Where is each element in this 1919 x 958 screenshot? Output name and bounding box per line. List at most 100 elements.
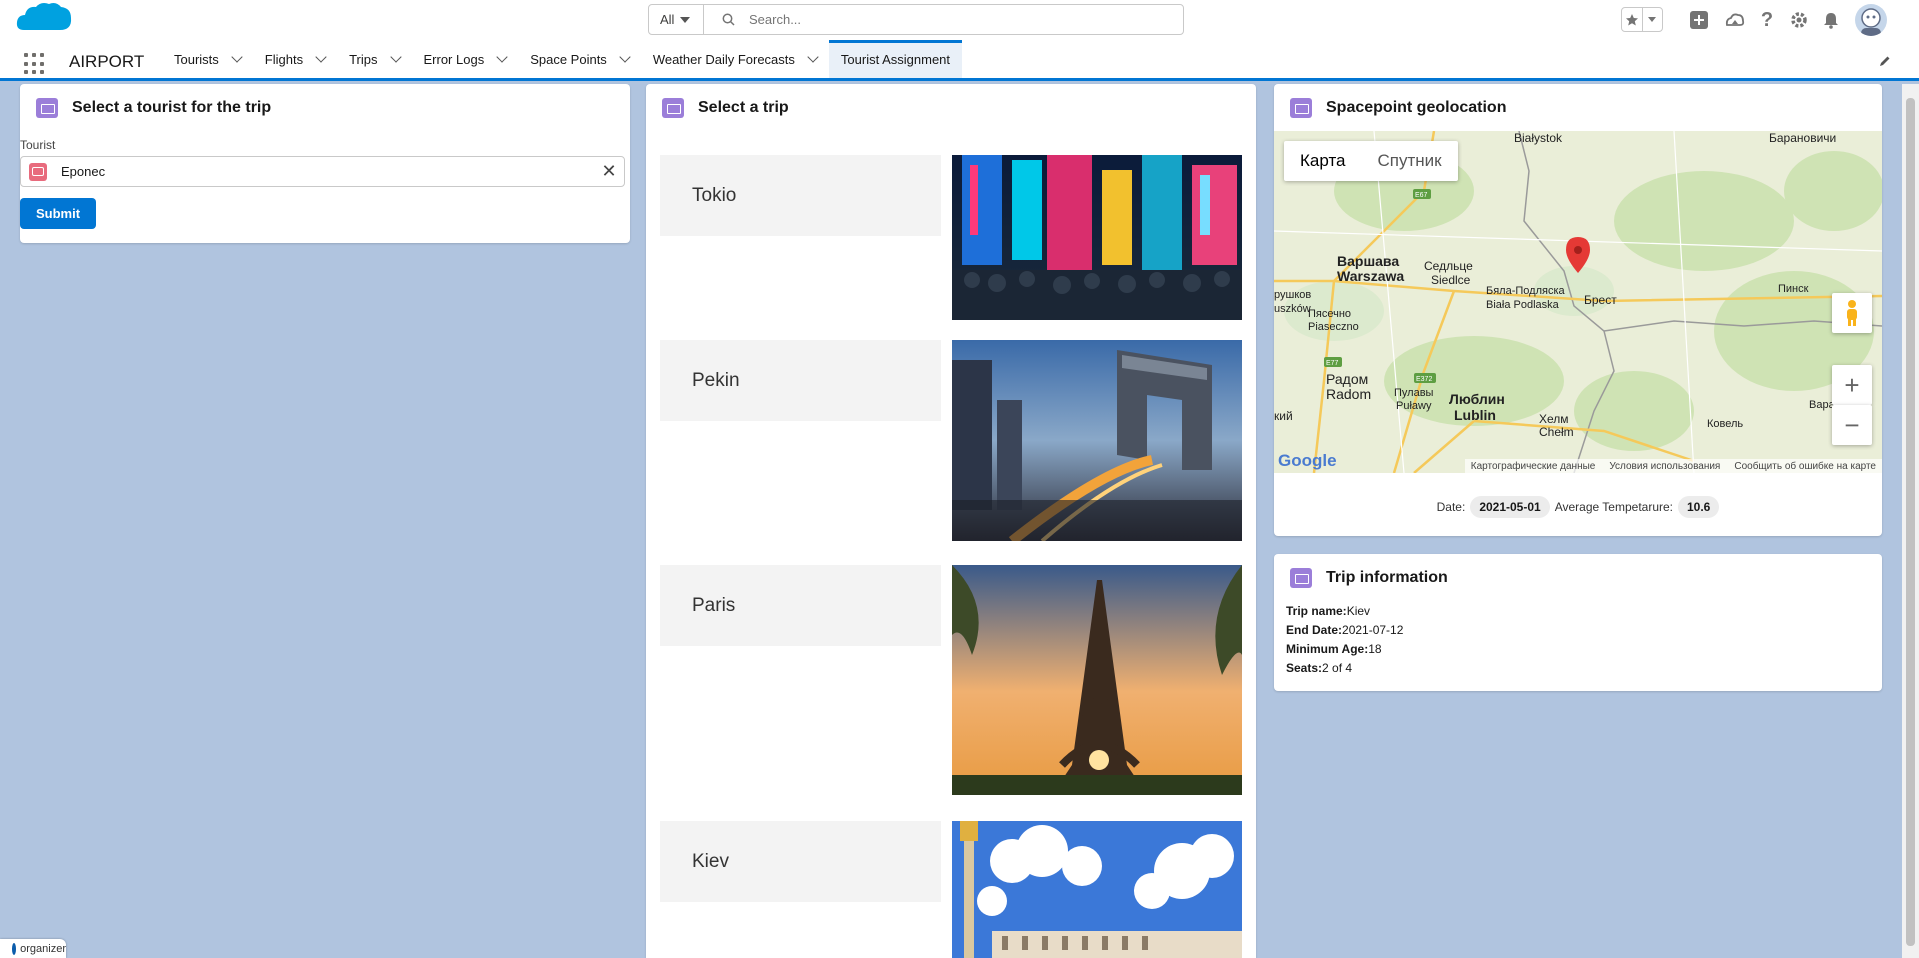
trip-name[interactable]: Kiev <box>660 821 941 902</box>
trailhead-icon[interactable] <box>1723 8 1747 32</box>
map-tiles: E67 E77 E372 <box>1274 131 1882 473</box>
card-title: Select a tourist for the trip <box>72 99 272 116</box>
kiev-photo[interactable] <box>952 821 1242 958</box>
notifications-bell-icon[interactable] <box>1819 8 1843 32</box>
svg-text:E67: E67 <box>1415 192 1428 199</box>
chevron-down-icon[interactable] <box>807 51 819 63</box>
search-input[interactable] <box>749 12 1149 27</box>
chevron-down-icon[interactable] <box>389 51 402 63</box>
contact-card-icon <box>662 98 684 118</box>
chevron-down-icon[interactable] <box>315 51 327 63</box>
map-label: Ковель <box>1707 418 1744 430</box>
card-title: Trip information <box>1326 569 1448 586</box>
map-label: Варшава <box>1337 253 1400 269</box>
weather-info-row: Date: 2021-05-01 Average Tempetarure: 10… <box>1274 496 1882 518</box>
google-logo[interactable]: Google <box>1278 451 1337 471</box>
map-type-toggle: Карта Спутник <box>1284 141 1458 181</box>
tokio-photo[interactable] <box>952 155 1242 320</box>
nav-tab-error-logs[interactable]: Error Logs <box>412 40 519 78</box>
app-launcher-icon[interactable] <box>24 53 46 75</box>
favorites-group <box>1621 7 1663 32</box>
map-label: Брест <box>1584 293 1617 307</box>
map-label: Warszawa <box>1337 268 1405 284</box>
map-label: Siedlce <box>1431 273 1471 287</box>
global-header: All ? <box>0 0 1919 40</box>
google-map[interactable]: E67 E77 E372 Białystok Барановичи Варшава … <box>1274 131 1882 473</box>
seats-line: Seats:2 of 4 <box>1286 659 1870 678</box>
nav-tab-label: Error Logs <box>423 51 485 67</box>
seats-label: Seats: <box>1286 661 1323 675</box>
map-label: Пясечно <box>1308 308 1352 320</box>
global-add-icon[interactable] <box>1687 8 1711 32</box>
page-scrollbar[interactable] <box>1902 84 1919 958</box>
minimum-age-value: 18 <box>1368 642 1382 656</box>
favorites-dropdown-icon[interactable] <box>1641 8 1662 31</box>
minimum-age-label: Minimum Age: <box>1286 642 1369 656</box>
seats-value: 2 of 4 <box>1322 661 1353 675</box>
tourist-record-icon <box>29 162 47 181</box>
nav-tab-label: Trips <box>349 51 378 67</box>
map-data-link[interactable]: Картографические данные <box>1471 461 1596 472</box>
trip-name[interactable]: Pekin <box>660 340 941 421</box>
report-error-link[interactable]: Сообщить об ошибке на карте <box>1734 461 1876 472</box>
map-label: Puławy <box>1396 400 1432 412</box>
end-date-value: 2021-07-12 <box>1342 623 1404 637</box>
temperature-label: Average Tempetarure: <box>1554 500 1673 514</box>
edit-nav-pencil-icon[interactable] <box>1879 55 1891 67</box>
select-tourist-card: Select a tourist for the trip Tourist Ep… <box>20 84 630 243</box>
map-label: Białystok <box>1514 131 1563 145</box>
salesforce-logo[interactable] <box>14 0 74 40</box>
chevron-down-icon[interactable] <box>619 51 631 63</box>
nav-tab-flights[interactable]: Flights <box>253 40 337 78</box>
global-search[interactable]: All <box>648 4 1184 35</box>
trip-information-card: Trip information Trip name:Kiev End Date… <box>1274 554 1882 691</box>
user-avatar[interactable] <box>1855 4 1887 36</box>
nav-tab-label: Weather Daily Forecasts <box>652 51 795 67</box>
map-label: Radom <box>1326 386 1372 402</box>
map-type-map-button[interactable]: Карта <box>1284 141 1362 181</box>
trip-name-label: Trip name: <box>1286 604 1347 618</box>
organizer-logo-icon <box>12 942 17 955</box>
card-title: Spacepoint geolocation <box>1326 99 1507 116</box>
street-view-pegman-icon[interactable] <box>1832 293 1872 333</box>
clear-selection-icon[interactable]: ✕ <box>594 157 624 186</box>
nav-tab-label: Space Points <box>530 51 607 67</box>
chevron-down-icon[interactable] <box>496 51 508 63</box>
nav-tab-trips[interactable]: Trips <box>337 40 411 78</box>
map-label: Biała Podlaska <box>1486 299 1559 311</box>
spacepoint-geolocation-card: Spacepoint geolocation E67 E77 E372 Białys… <box>1274 84 1882 536</box>
zoom-in-button[interactable]: + <box>1832 365 1872 405</box>
nav-tab-space-points[interactable]: Space Points <box>518 40 641 78</box>
caret-down-icon <box>680 16 691 23</box>
map-label: Радом <box>1326 371 1369 387</box>
map-label: Хелм <box>1539 412 1569 426</box>
trip-name[interactable]: Paris <box>660 565 941 646</box>
nav-tab-tourists[interactable]: Tourists <box>162 40 253 78</box>
trip-name-value: Kiev <box>1346 604 1371 618</box>
tourist-field-label: Tourist <box>20 138 56 152</box>
tourist-lookup-field[interactable]: Eponec ✕ <box>20 156 625 187</box>
setup-gear-icon[interactable] <box>1787 8 1811 32</box>
zoom-out-button[interactable]: − <box>1832 405 1872 445</box>
chevron-down-icon[interactable] <box>231 51 243 63</box>
paris-photo[interactable] <box>952 565 1242 795</box>
date-label: Date: <box>1436 500 1466 514</box>
nav-tab-weather-daily-forecasts[interactable]: Weather Daily Forecasts <box>641 40 829 78</box>
submit-button[interactable]: Submit <box>20 198 96 229</box>
terms-link[interactable]: Условия использования <box>1609 461 1720 472</box>
organizer-extension-tab[interactable]: organizer <box>0 939 66 958</box>
search-scope-select[interactable]: All <box>649 5 704 34</box>
scrollbar-thumb[interactable] <box>1906 98 1915 946</box>
pekin-photo[interactable] <box>952 340 1242 541</box>
map-label: Piaseczno <box>1308 321 1359 333</box>
favorites-star-icon[interactable] <box>1622 8 1642 31</box>
trip-name[interactable]: Tokio <box>660 155 941 236</box>
map-type-satellite-button[interactable]: Спутник <box>1362 141 1458 181</box>
nav-tab-label: Flights <box>264 51 304 67</box>
nav-tab-tourist-assignment[interactable]: Tourist Assignment <box>828 40 963 78</box>
date-value-badge: 2021-05-01 <box>1470 496 1550 518</box>
map-label: Бяла-Подляска <box>1486 285 1565 297</box>
contact-card-icon <box>1290 98 1312 118</box>
map-label: Lublin <box>1454 407 1496 423</box>
help-icon[interactable]: ? <box>1755 8 1779 32</box>
